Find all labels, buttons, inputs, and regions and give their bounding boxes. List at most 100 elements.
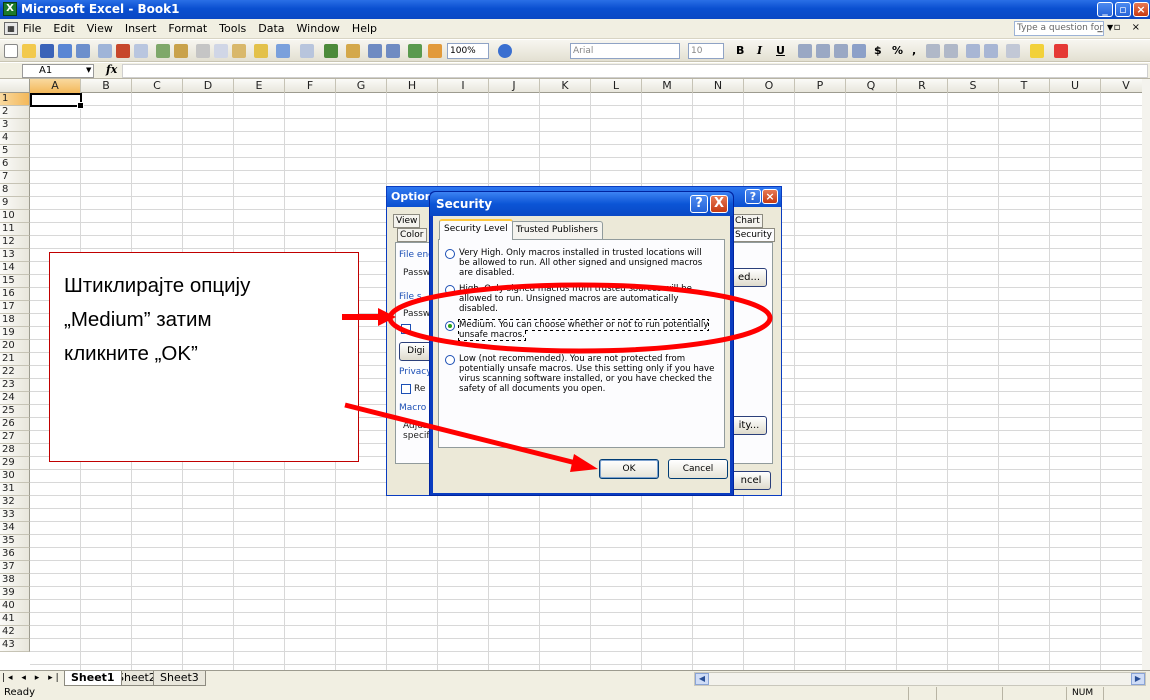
sheet-nav-arrows[interactable]: |◂ ◂ ▸ ▸| [2,673,62,683]
font-select[interactable]: Arial [570,43,680,59]
remove-personal-info-checkbox[interactable] [401,384,411,394]
copy-icon[interactable] [214,44,228,58]
menu-format[interactable]: Format [167,22,208,35]
close-icon[interactable]: X [710,195,728,213]
sheet-tab-1[interactable]: Sheet1 [64,671,122,686]
chevron-down-icon[interactable]: ▼ [86,66,91,74]
row-header-1[interactable]: 1 [0,93,30,106]
row-header-23[interactable]: 23 [0,379,30,392]
fill-color-icon[interactable] [1030,44,1044,58]
row-header-36[interactable]: 36 [0,548,30,561]
options-tab-security[interactable]: Security [732,228,775,242]
column-header-a[interactable]: A [30,79,81,93]
align-center-icon[interactable] [816,44,830,58]
font-color-icon[interactable] [1054,44,1068,58]
increase-decimal-icon[interactable] [926,44,940,58]
row-header-35[interactable]: 35 [0,535,30,548]
column-header-q[interactable]: Q [846,79,897,93]
sort-descending-icon[interactable] [386,44,400,58]
row-header-18[interactable]: 18 [0,314,30,327]
italic-button[interactable]: I [757,44,762,57]
column-header-f[interactable]: F [285,79,336,93]
row-header-14[interactable]: 14 [0,262,30,275]
row-header-32[interactable]: 32 [0,496,30,509]
help-icon[interactable]: ? [745,189,761,204]
insert-function-icon[interactable]: fx [106,63,117,76]
new-icon[interactable] [4,44,18,58]
row-header-31[interactable]: 31 [0,483,30,496]
help-icon[interactable]: ? [690,195,708,213]
research-book-icon[interactable] [174,44,188,58]
option-medium[interactable]: Medium. You can choose whether or not to… [445,319,715,341]
row-header-30[interactable]: 30 [0,470,30,483]
row-header-28[interactable]: 28 [0,444,30,457]
row-header-12[interactable]: 12 [0,236,30,249]
vertical-scrollbar[interactable] [1142,79,1150,670]
row-header-3[interactable]: 3 [0,119,30,132]
row-header-27[interactable]: 27 [0,431,30,444]
email-icon[interactable] [76,44,90,58]
percent-button[interactable]: % [892,44,903,57]
horizontal-scrollbar[interactable]: ◀ ▶ [694,672,1146,686]
row-header-7[interactable]: 7 [0,171,30,184]
row-header-25[interactable]: 25 [0,405,30,418]
permission-icon[interactable] [58,44,72,58]
row-header-43[interactable]: 43 [0,639,30,652]
column-header-p[interactable]: P [795,79,846,93]
column-header-u[interactable]: U [1050,79,1101,93]
menu-edit[interactable]: Edit [52,22,75,35]
document-menu-icon[interactable]: ▦ [4,22,18,35]
column-header-i[interactable]: I [438,79,489,93]
tab-security-level[interactable]: Security Level [439,219,513,240]
row-header-9[interactable]: 9 [0,197,30,210]
tab-trusted-publishers[interactable]: Trusted Publishers [511,221,603,239]
select-all-corner[interactable] [0,79,30,93]
column-header-t[interactable]: T [999,79,1050,93]
column-header-k[interactable]: K [540,79,591,93]
row-header-16[interactable]: 16 [0,288,30,301]
row-header-26[interactable]: 26 [0,418,30,431]
column-header-m[interactable]: M [642,79,693,93]
underline-button[interactable]: U [776,44,785,57]
column-header-r[interactable]: R [897,79,948,93]
research-icon[interactable] [134,44,148,58]
row-header-4[interactable]: 4 [0,132,30,145]
minimize-button[interactable]: _ [1097,2,1113,17]
radio-medium[interactable] [445,321,455,331]
help-icon[interactable] [498,44,512,58]
sort-ascending-icon[interactable] [368,44,382,58]
option-very-high[interactable]: Very High. Only macros installed in trus… [445,248,715,278]
row-header-40[interactable]: 40 [0,600,30,613]
menu-window[interactable]: Window [296,22,341,35]
column-header-d[interactable]: D [183,79,234,93]
options-tab-chart[interactable]: Chart [732,214,763,228]
row-header-33[interactable]: 33 [0,509,30,522]
cut-icon[interactable] [196,44,210,58]
sheet-tab-3[interactable]: Sheet3 [153,671,206,686]
column-header-o[interactable]: O [744,79,795,93]
row-header-17[interactable]: 17 [0,301,30,314]
column-header-b[interactable]: B [81,79,132,93]
column-header-n[interactable]: N [693,79,744,93]
close-icon[interactable]: × [762,189,778,204]
column-header-s[interactable]: S [948,79,999,93]
option-low[interactable]: Low (not recommended). You are not prote… [445,354,715,394]
row-header-39[interactable]: 39 [0,587,30,600]
hyperlink-icon[interactable] [324,44,338,58]
autosum-icon[interactable] [346,44,360,58]
question-help-input[interactable]: Type a question for help [1014,21,1104,36]
row-header-5[interactable]: 5 [0,145,30,158]
options-cancel-button[interactable]: ncel [731,471,771,490]
row-header-6[interactable]: 6 [0,158,30,171]
excel-app-icon[interactable]: X [3,2,17,16]
read-only-checkbox[interactable] [401,324,411,334]
font-size-select[interactable]: 10 [688,43,724,59]
borders-icon[interactable] [1006,44,1020,58]
row-header-37[interactable]: 37 [0,561,30,574]
row-header-19[interactable]: 19 [0,327,30,340]
menu-view[interactable]: View [86,22,114,35]
row-header-21[interactable]: 21 [0,353,30,366]
bold-button[interactable]: B [736,44,744,57]
advanced-button[interactable]: ed... [731,268,767,287]
menu-help[interactable]: Help [351,22,378,35]
